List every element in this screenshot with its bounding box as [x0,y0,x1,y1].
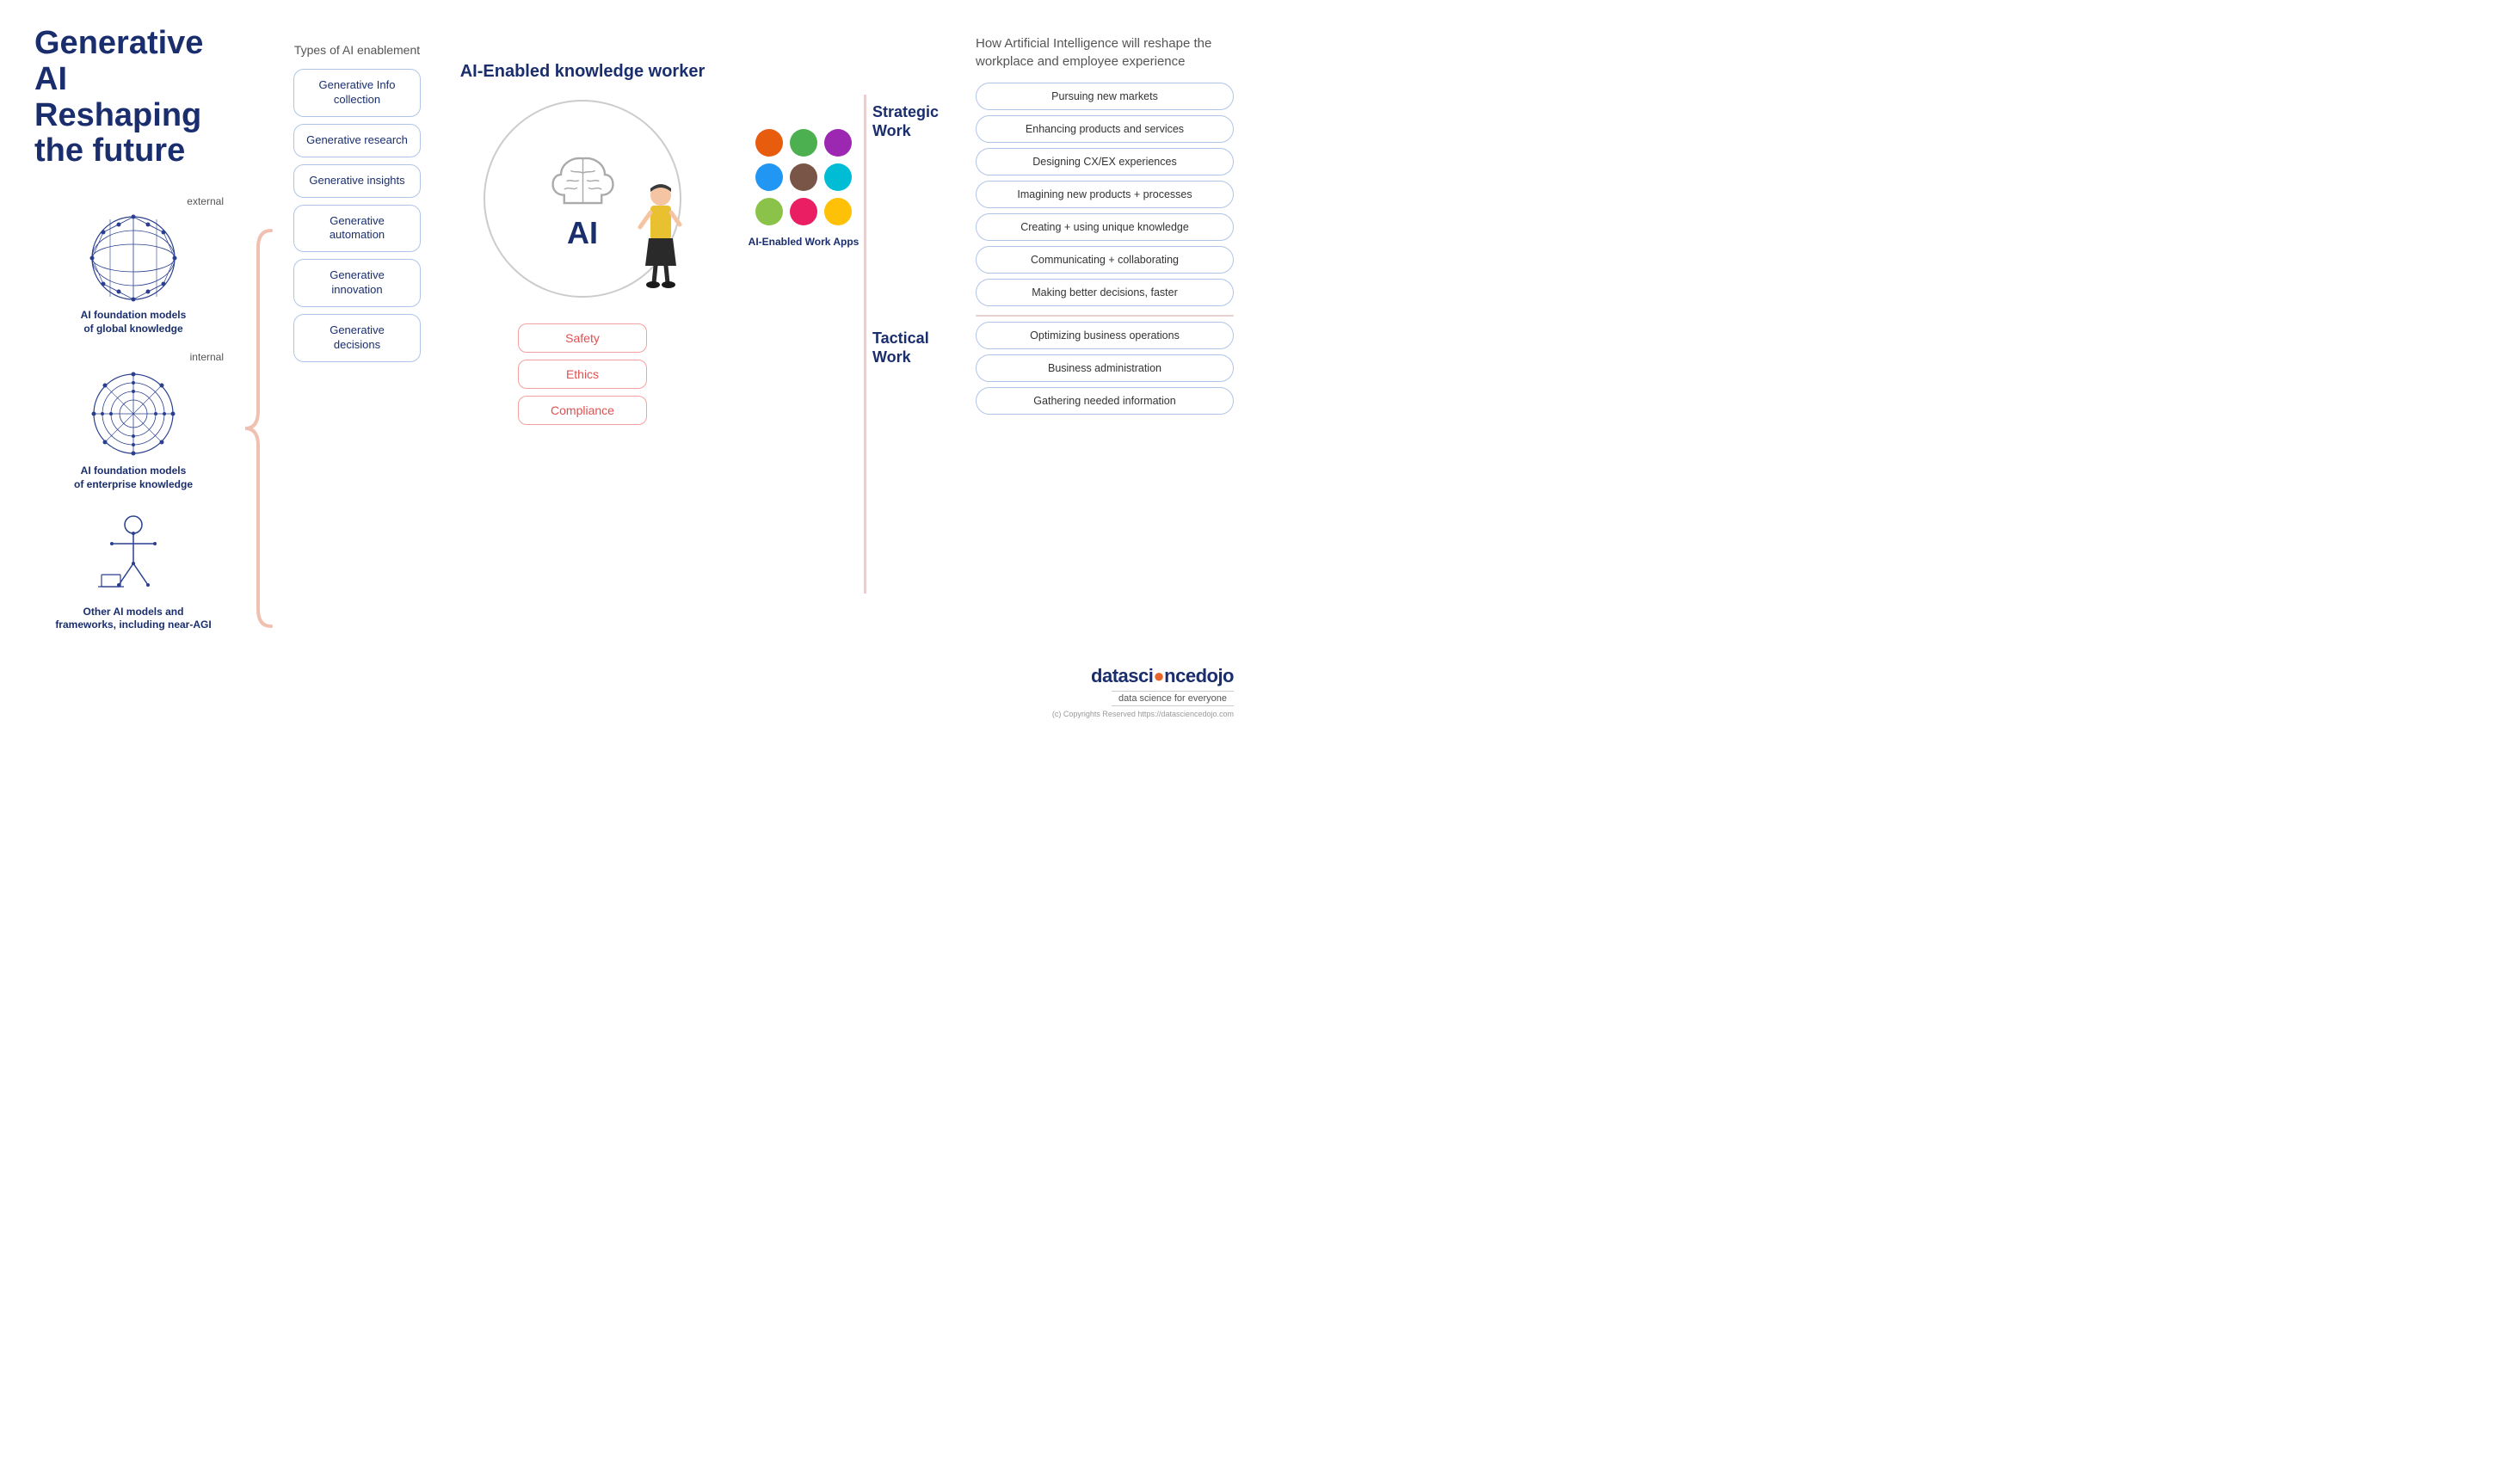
work-labels-section: StrategicWork TacticalWork [872,26,967,718]
right-box-optimizing: Optimizing business operations [976,322,1234,349]
dot-7 [790,198,817,225]
vertical-divider [864,95,866,594]
right-section: How Artificial Intelligence will reshape… [967,26,1234,718]
type-box-0: Generative Info collection [293,69,421,117]
internal-label: internal [190,351,224,363]
work-apps-label: AI-Enabled Work Apps [749,236,860,249]
main-title: Generative AI Reshaping the future [34,26,232,169]
right-box-decisions: Making better decisions, faster [976,279,1234,306]
right-box-creating: Creating + using unique knowledge [976,213,1234,241]
type-box-4: Generative innovation [293,259,421,307]
robot-figure-icon [86,508,181,602]
internal-model-caption: AI foundation modelsof enterprise knowle… [74,465,193,491]
ai-circle: AI [484,100,681,298]
center-section: AI-Enabled knowledge worker AI [430,26,735,718]
internal-model-item: internal [34,351,232,491]
logo-text-left: datasci [1091,665,1153,686]
bottom-boxes: Safety Ethics Compliance [518,323,647,425]
strategic-label: StrategicWork [872,103,967,140]
right-header: How Artificial Intelligence will reshape… [976,34,1217,71]
internal-globe-icon [86,366,181,461]
external-model-item: external [34,195,232,335]
ethics-box: Ethics [518,360,647,389]
compliance-box: Compliance [518,396,647,425]
safety-box: Safety [518,323,647,353]
logo-tagline: data science for everyone [1112,691,1234,706]
external-label: external [187,195,224,207]
right-box-gathering: Gathering needed information [976,387,1234,415]
tactical-label: TacticalWork [872,329,967,366]
right-box-enhancing: Enhancing products and services [976,115,1234,143]
type-box-2: Generative insights [293,164,421,198]
dot-2 [824,129,852,157]
external-globe-icon [86,211,181,305]
logo-orange-dot: ● [1153,665,1164,686]
right-box-designing: Designing CX/EX experiences [976,148,1234,175]
right-divider [976,315,1234,317]
brace-section [232,138,284,718]
right-box-pursuing: Pursuing new markets [976,83,1234,110]
type-box-5: Generative decisions [293,314,421,362]
logo-text: datasci●ncedojo [1091,665,1234,687]
external-model-caption: AI foundation modelsof global knowledge [81,309,187,335]
right-box-communicating: Communicating + collaborating [976,246,1234,274]
dot-3 [755,163,783,191]
work-apps-section: AI-Enabled Work Apps [735,26,872,718]
logo-text-right: ncedojo [1164,665,1234,686]
person-icon [628,180,688,292]
main-container: Generative AI Reshaping the future exter… [0,0,1260,736]
types-section: Types of AI enablement Generative Info c… [284,26,430,718]
dot-8 [824,198,852,225]
dot-6 [755,198,783,225]
brace-icon [241,222,275,635]
right-box-admin: Business administration [976,354,1234,382]
types-title: Types of AI enablement [294,43,420,57]
right-box-imagining: Imagining new products + processes [976,181,1234,208]
logo-section: datasci●ncedojo data science for everyon… [976,656,1234,718]
robot-model-caption: Other AI models andframeworks, including… [55,606,211,632]
logo-copyright: (c) Copyrights Reserved https://datascie… [1052,710,1234,718]
dot-1 [790,129,817,157]
robot-model-item: Other AI models andframeworks, including… [34,508,232,632]
brain-icon [546,146,619,219]
type-box-3: Generative automation [293,205,421,253]
dots-grid [755,129,852,225]
center-title: AI-Enabled knowledge worker [460,60,705,83]
dot-5 [824,163,852,191]
ai-label: AI [567,215,598,251]
dot-0 [755,129,783,157]
left-section: Generative AI Reshaping the future exter… [34,26,232,718]
dot-4 [790,163,817,191]
type-box-1: Generative research [293,124,421,157]
